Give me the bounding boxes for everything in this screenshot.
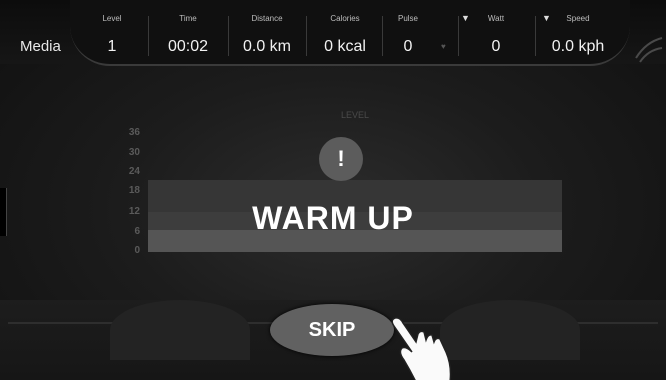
chart-level-label: LEVEL bbox=[341, 110, 370, 120]
ytick-36: 36 bbox=[128, 127, 140, 138]
ytick-24: 24 bbox=[128, 166, 140, 177]
stat-pulse: Pulse 0 bbox=[388, 10, 428, 56]
divider bbox=[148, 16, 149, 56]
stat-watt-value: 0 bbox=[491, 38, 501, 55]
stat-level-label: Level bbox=[102, 14, 122, 23]
stat-calories-label: Calories bbox=[330, 14, 360, 23]
stat-pulse-value: 0 bbox=[403, 38, 413, 55]
ytick-30: 30 bbox=[128, 147, 140, 158]
stat-watt-label: Watt bbox=[487, 14, 505, 23]
floor-mound-left bbox=[110, 300, 250, 360]
ytick-0: 0 bbox=[134, 245, 140, 256]
divider bbox=[458, 16, 459, 56]
stat-time-label: Time bbox=[179, 14, 197, 23]
stat-speed: Speed 0.0 kph bbox=[540, 10, 616, 56]
alert-icon: ! bbox=[319, 137, 363, 181]
heart-icon: ♥ bbox=[441, 42, 446, 51]
warm-up-message: WARM UP bbox=[252, 200, 414, 236]
stat-calories-value: 0 kcal bbox=[324, 38, 366, 55]
stat-time: Time 00:02 bbox=[158, 10, 218, 56]
stat-pulse-label: Pulse bbox=[397, 14, 418, 23]
treadmill-console-screen: Media Level 1 Time 00:02 Distance 0.0 km… bbox=[0, 0, 666, 380]
stat-level: Level 1 bbox=[92, 10, 132, 56]
divider bbox=[382, 16, 383, 56]
wifi-icon bbox=[635, 37, 663, 63]
pointing-hand-icon bbox=[391, 317, 452, 380]
divider bbox=[535, 16, 536, 56]
divider bbox=[306, 16, 307, 56]
media-button[interactable]: Media bbox=[20, 38, 61, 55]
stat-speed-label: Speed bbox=[566, 14, 590, 23]
stat-distance-value: 0.0 km bbox=[242, 38, 291, 55]
stat-distance-label: Distance bbox=[251, 14, 283, 23]
stat-level-value: 1 bbox=[107, 38, 117, 55]
watt-triangle-icon: ▼ bbox=[461, 13, 470, 23]
ytick-18: 18 bbox=[128, 185, 140, 196]
stat-calories: Calories 0 kcal bbox=[310, 10, 380, 56]
divider bbox=[228, 16, 229, 56]
stat-time-value: 00:02 bbox=[167, 38, 209, 55]
top-stats-bar: Media Level 1 Time 00:02 Distance 0.0 km… bbox=[0, 0, 666, 66]
stat-watt: Watt 0 bbox=[476, 10, 516, 56]
stat-distance: Distance 0.0 km bbox=[232, 10, 302, 56]
stat-speed-value: 0.0 kph bbox=[551, 38, 605, 55]
skip-button[interactable]: SKIP bbox=[270, 304, 394, 356]
